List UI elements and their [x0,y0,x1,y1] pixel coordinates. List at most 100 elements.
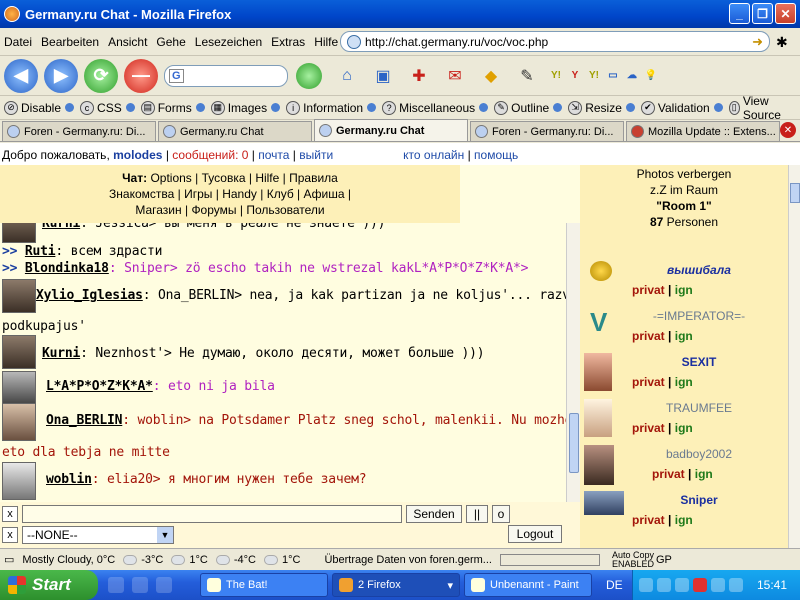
who-online-link[interactable]: кто онлайн [403,148,464,162]
ignore-link[interactable]: ign [695,467,713,481]
stop-button[interactable]: — [124,58,158,93]
maximize-button[interactable]: ❐ [752,3,773,24]
privat-link[interactable]: privat [632,329,665,343]
menu-gehe[interactable]: Gehe [156,35,185,49]
dev-outline[interactable]: ✎ Outline [494,100,563,115]
hide-photos-link[interactable]: Photos verbergen [580,166,788,182]
menu-link-afisha[interactable]: Афиша [304,187,345,201]
pen-icon[interactable]: ✎ [512,61,542,91]
task-paint[interactable]: Unbenannt - Paint [464,573,592,597]
weather-icon[interactable]: ☁ [624,68,640,84]
dev-validation[interactable]: ✔ Validation [640,100,723,115]
new-tab-icon[interactable]: ✚ [404,61,434,91]
search-go-button[interactable] [296,62,322,89]
logout-link[interactable]: выйти [299,148,333,162]
message-nick[interactable]: Kurni [42,346,80,361]
close-tab-icon[interactable]: ✕ [780,122,796,138]
message-nick[interactable]: Blondinka18 [25,261,109,276]
privat-link[interactable]: privat [632,375,665,389]
menu-link-pravila[interactable]: Правила [289,171,338,185]
mail-icon[interactable]: ✉ [440,61,470,91]
clear-select-button[interactable]: x [2,527,18,543]
user-list-scrollbar[interactable] [788,165,800,548]
user-name[interactable]: -=IMPERATOR=- [580,309,788,323]
message-input[interactable] [22,505,402,523]
user-name[interactable]: badboy2002 [580,447,788,461]
tray-app-icon[interactable] [693,578,707,592]
tab-mozilla-update[interactable]: Mozilla Update :: Extens... [626,121,780,141]
user-name[interactable]: вышибала [580,263,788,277]
mail-link[interactable]: почта [258,148,289,162]
reply-arrow[interactable]: >> [2,261,17,276]
tab-chat-active[interactable]: Germany.ru Chat [314,119,468,141]
menu-link-polzovateli[interactable]: Пользователи [246,203,324,217]
clear-input-button[interactable]: x [2,506,18,522]
menu-ansicht[interactable]: Ansicht [108,35,147,49]
messages-link[interactable]: сообщений: 0 [172,148,248,162]
go-arrow-icon[interactable]: ➜ [752,34,763,50]
recipient-select[interactable]: --NONE-- ▼ [22,526,174,544]
menu-link-hilfe[interactable]: Hilfe [255,171,279,185]
ignore-link[interactable]: ign [675,421,693,435]
clock[interactable]: 15:41 [757,578,787,592]
yahoo-mail-icon[interactable]: Y [567,68,583,84]
tab-foren-2[interactable]: Foren - Germany.ru: Di... [470,121,624,141]
user-name[interactable]: Sniper [580,493,788,507]
ignore-link[interactable]: ign [675,375,693,389]
chat-scrollbar[interactable] [566,223,580,502]
forward-button[interactable]: ▶ [44,58,78,93]
yahoo-icon[interactable]: Y! [548,68,564,84]
privat-link[interactable]: privat [632,513,665,527]
dev-information[interactable]: i Information [286,100,377,115]
tray-app-icon[interactable] [711,578,725,592]
menu-hilfe[interactable]: Hilfe [314,35,338,49]
back-button[interactable]: ◀ [4,58,38,93]
menu-link-znakomstva[interactable]: Знакомства [109,187,174,201]
new-window-icon[interactable]: ▣ [368,61,398,91]
task-thebat[interactable]: The Bat! [200,573,328,597]
yahoo-messenger-icon[interactable]: ▭ [605,68,621,84]
scrollbar-thumb[interactable] [790,183,800,203]
show-desktop-icon[interactable] [108,577,124,593]
menu-datei[interactable]: Datei [4,35,32,49]
tray-app-icon[interactable] [639,578,653,592]
dev-css[interactable]: c CSS [80,100,135,115]
toolbar-extension-icon[interactable]: ◆ [476,61,506,91]
message-nick[interactable]: Ruti [25,244,56,259]
dev-view-source[interactable]: ▯ View Source [728,94,794,122]
search-input[interactable]: G [164,64,288,87]
send-button[interactable]: Senden [406,505,462,523]
lightbulb-icon[interactable]: 💡 [643,68,659,84]
tray-app-icon[interactable] [729,578,743,592]
menu-lesezeichen[interactable]: Lesezeichen [195,35,262,49]
options-button[interactable]: o [492,505,510,523]
task-firefox[interactable]: 2 Firefox ▾ [332,573,460,597]
minimize-button[interactable]: _ [729,3,750,24]
menu-extras[interactable]: Extras [271,35,305,49]
tab-chat-1[interactable]: Germany.ru Chat [158,121,312,141]
tab-foren-1[interactable]: Foren - Germany.ru: Di... [2,121,156,141]
logout-button[interactable]: Logout [508,525,562,543]
tray-app-icon[interactable] [675,578,689,592]
reload-button[interactable]: ⟳ [84,58,118,93]
user-name[interactable]: SEXIT [580,355,788,369]
home-icon[interactable]: ⌂ [332,61,362,91]
menu-link-magazin[interactable]: Магазин [135,203,181,217]
message-nick[interactable]: woblin [46,472,92,487]
dev-forms[interactable]: ▤ Forms [140,100,205,115]
tray-app-icon[interactable] [657,578,671,592]
firefox-icon[interactable] [132,577,148,593]
privat-link[interactable]: privat [652,467,685,481]
user-nick[interactable]: molodes [113,148,162,162]
dev-disable[interactable]: ⊘ Disable [4,100,75,115]
ignore-link[interactable]: ign [675,283,693,297]
scrollbar-thumb[interactable] [569,413,579,473]
message-nick[interactable]: L*A*P*O*Z*K*A* [46,379,153,394]
start-button[interactable]: Start [0,570,98,600]
menu-link-tusovka[interactable]: Тусовка [202,171,246,185]
close-button[interactable]: ✕ [775,3,796,24]
language-indicator[interactable]: DE [606,578,623,592]
autocopy-status[interactable]: Auto Copy ENABLED [612,550,654,569]
address-bar[interactable]: http://chat.germany.ru/voc/voc.php ➜ [340,31,770,52]
dev-miscellaneous[interactable]: ? Miscellaneous [382,100,489,115]
